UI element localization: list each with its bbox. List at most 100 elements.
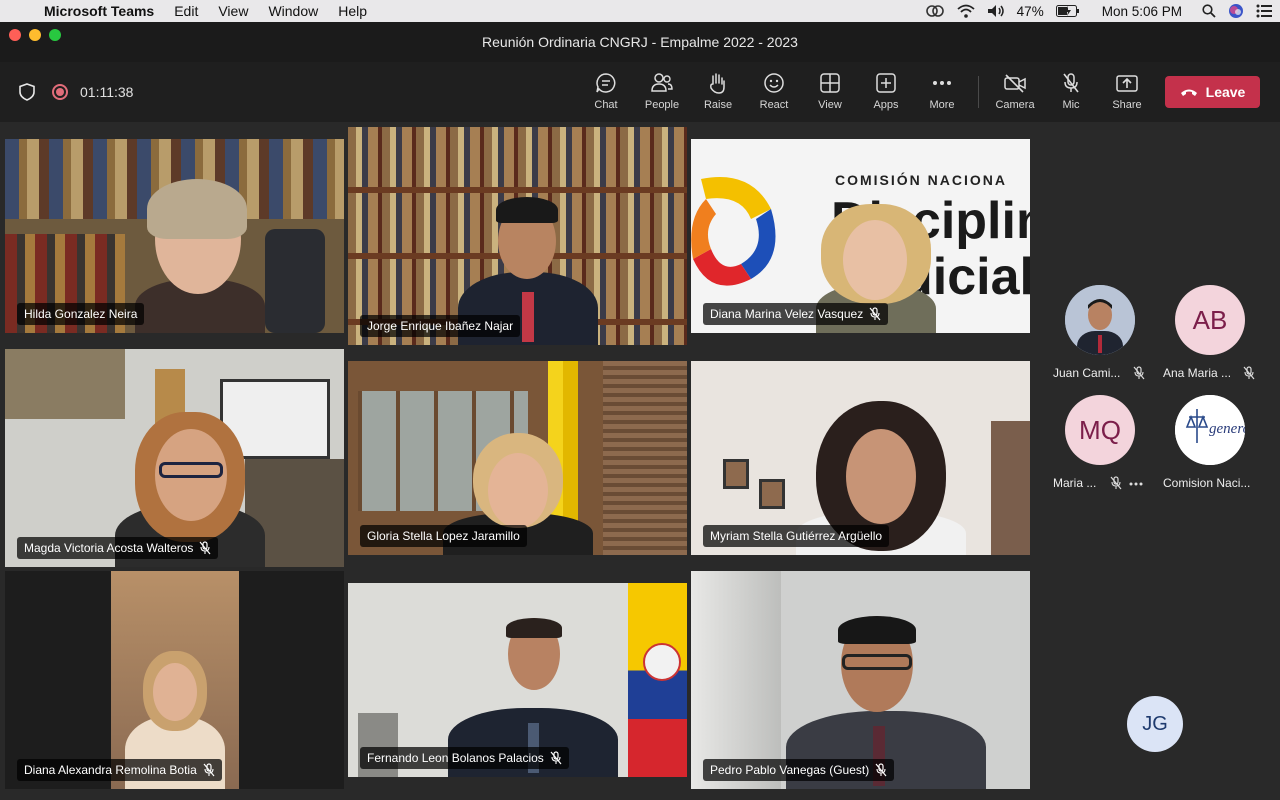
battery-icon[interactable] bbox=[1055, 5, 1080, 17]
menu-window[interactable]: Window bbox=[258, 3, 328, 19]
apps-button[interactable]: Apps bbox=[858, 70, 914, 118]
mic-muted-icon bbox=[869, 307, 881, 321]
more-label: More bbox=[929, 99, 955, 111]
more-button[interactable]: More bbox=[914, 70, 970, 118]
minimize-window-button[interactable] bbox=[29, 29, 41, 41]
avatar-initials: JG bbox=[1142, 712, 1168, 735]
participant-name-tag: Fernando Leon Bolanos Palacios bbox=[360, 747, 569, 769]
share-button[interactable]: Share bbox=[1099, 70, 1155, 118]
video-tile[interactable]: Diana Alexandra Remolina Botia bbox=[5, 571, 344, 789]
menu-view[interactable]: View bbox=[208, 3, 258, 19]
participant-name-tag: Pedro Pablo Vanegas (Guest) bbox=[703, 759, 895, 781]
video-tile[interactable]: COMISIÓN NACIONA Disciplin dicial Diana … bbox=[691, 139, 1030, 333]
avatar[interactable] bbox=[1065, 285, 1135, 355]
raise-hand-button[interactable]: Raise bbox=[690, 70, 746, 118]
people-icon bbox=[650, 70, 674, 96]
video-tile[interactable]: Myriam Stella Gutiérrez Argüello bbox=[691, 361, 1030, 555]
participant-name: Pedro Pablo Vanegas (Guest) bbox=[710, 763, 870, 777]
smiley-icon bbox=[763, 70, 785, 96]
roster-name: Ana Maria ... bbox=[1163, 366, 1231, 380]
window-controls bbox=[9, 29, 61, 41]
siri-icon[interactable] bbox=[1228, 3, 1244, 19]
roster-name: Comision Naci... bbox=[1163, 476, 1250, 490]
roster-name-text: Comision Naci... bbox=[1163, 476, 1251, 490]
video-tile[interactable]: Hilda Gonzalez Neira bbox=[5, 139, 344, 333]
roster-name: Juan Cami... bbox=[1053, 366, 1120, 380]
menu-edit[interactable]: Edit bbox=[164, 3, 208, 19]
view-button[interactable]: View bbox=[802, 70, 858, 118]
participant-video bbox=[125, 179, 275, 333]
meeting-toolbar: 01:11:38 Chat People Raise React View Ap… bbox=[0, 62, 1280, 122]
add-apps-icon bbox=[876, 70, 896, 96]
more-icon bbox=[932, 70, 952, 96]
video-tile[interactable]: Fernando Leon Bolanos Palacios bbox=[348, 583, 687, 777]
control-center-icon[interactable] bbox=[1256, 4, 1272, 18]
logo-text: genero bbox=[1209, 421, 1245, 437]
creative-cloud-icon[interactable] bbox=[925, 4, 945, 18]
mic-muted-icon bbox=[199, 541, 211, 555]
spotlight-search-icon[interactable] bbox=[1202, 4, 1216, 18]
phone-hangup-icon bbox=[1180, 84, 1198, 100]
people-label: People bbox=[644, 99, 680, 111]
participant-name: Gloria Stella Lopez Jaramillo bbox=[367, 529, 520, 543]
zoom-window-button[interactable] bbox=[49, 29, 61, 41]
react-label: React bbox=[759, 99, 789, 111]
mic-muted-icon bbox=[875, 763, 887, 777]
volume-icon[interactable] bbox=[987, 4, 1005, 18]
mic-muted-icon bbox=[1243, 366, 1255, 380]
share-label: Share bbox=[1112, 99, 1142, 111]
roster-name-text: Juan Cami... bbox=[1053, 366, 1121, 380]
participant-name: Jorge Enrique Ibañez Najar bbox=[367, 319, 514, 333]
mic-button[interactable]: Mic bbox=[1043, 70, 1099, 118]
camera-label: Camera bbox=[995, 99, 1035, 111]
view-label: View bbox=[818, 99, 842, 111]
door bbox=[991, 421, 1030, 555]
mic-muted-icon bbox=[203, 763, 215, 777]
participant-photo bbox=[1065, 285, 1135, 355]
menu-help[interactable]: Help bbox=[328, 3, 377, 19]
more-options-icon[interactable] bbox=[1129, 482, 1143, 486]
avatar[interactable]: AB bbox=[1175, 285, 1245, 355]
camera-off-icon bbox=[1003, 70, 1027, 96]
video-tile[interactable]: Magda Victoria Acosta Walteros bbox=[5, 349, 344, 567]
avatar-initials: AB bbox=[1192, 304, 1228, 335]
chat-button[interactable]: Chat bbox=[578, 70, 634, 118]
mic-muted-icon bbox=[550, 751, 562, 765]
leave-label: Leave bbox=[1205, 84, 1246, 100]
mic-muted-icon bbox=[1110, 476, 1122, 490]
video-stage: Hilda Gonzalez Neira Jorge Enrique Ibañe… bbox=[0, 122, 1280, 800]
people-button[interactable]: People bbox=[634, 70, 690, 118]
camera-button[interactable]: Camera bbox=[987, 70, 1043, 118]
video-tile[interactable]: Jorge Enrique Ibañez Najar bbox=[348, 127, 687, 345]
backdrop-caption: COMISIÓN NACIONA bbox=[835, 172, 1007, 188]
hand-icon bbox=[708, 70, 728, 96]
share-screen-icon bbox=[1116, 70, 1138, 96]
participant-name: Myriam Stella Gutiérrez Argüello bbox=[710, 529, 883, 543]
close-window-button[interactable] bbox=[9, 29, 21, 41]
react-button[interactable]: React bbox=[746, 70, 802, 118]
picture-frame bbox=[723, 459, 749, 489]
menu-app-name[interactable]: Microsoft Teams bbox=[40, 3, 164, 19]
wifi-icon[interactable] bbox=[957, 4, 975, 18]
meeting-title: Reunión Ordinaria CNGRJ - Empalme 2022 -… bbox=[482, 34, 798, 50]
battery-percent: 47% bbox=[1016, 3, 1044, 19]
chat-label: Chat bbox=[594, 99, 618, 111]
shield-icon[interactable] bbox=[19, 83, 35, 106]
participant-name-tag: Jorge Enrique Ibañez Najar bbox=[360, 315, 521, 337]
avatar[interactable]: genero bbox=[1175, 395, 1245, 465]
grid-view-icon bbox=[820, 70, 840, 96]
avatar[interactable]: JG bbox=[1127, 696, 1183, 752]
avatar[interactable]: MQ bbox=[1065, 395, 1135, 465]
recording-icon bbox=[52, 84, 68, 100]
painting bbox=[5, 349, 125, 419]
roster-name-text: Maria ... bbox=[1053, 476, 1097, 490]
participant-name-tag: Diana Alexandra Remolina Botia bbox=[17, 759, 222, 781]
mic-label: Mic bbox=[1062, 99, 1080, 111]
clock[interactable]: Mon 5:06 PM bbox=[1102, 4, 1182, 19]
roster-name-text: Ana Maria ... bbox=[1163, 366, 1232, 380]
leave-button[interactable]: Leave bbox=[1165, 76, 1260, 108]
video-tile[interactable]: Gloria Stella Lopez Jaramillo bbox=[348, 361, 687, 555]
video-tile[interactable]: Pedro Pablo Vanegas (Guest) bbox=[691, 571, 1030, 789]
raise-label: Raise bbox=[703, 99, 733, 111]
participant-name: Diana Alexandra Remolina Botia bbox=[24, 763, 197, 777]
